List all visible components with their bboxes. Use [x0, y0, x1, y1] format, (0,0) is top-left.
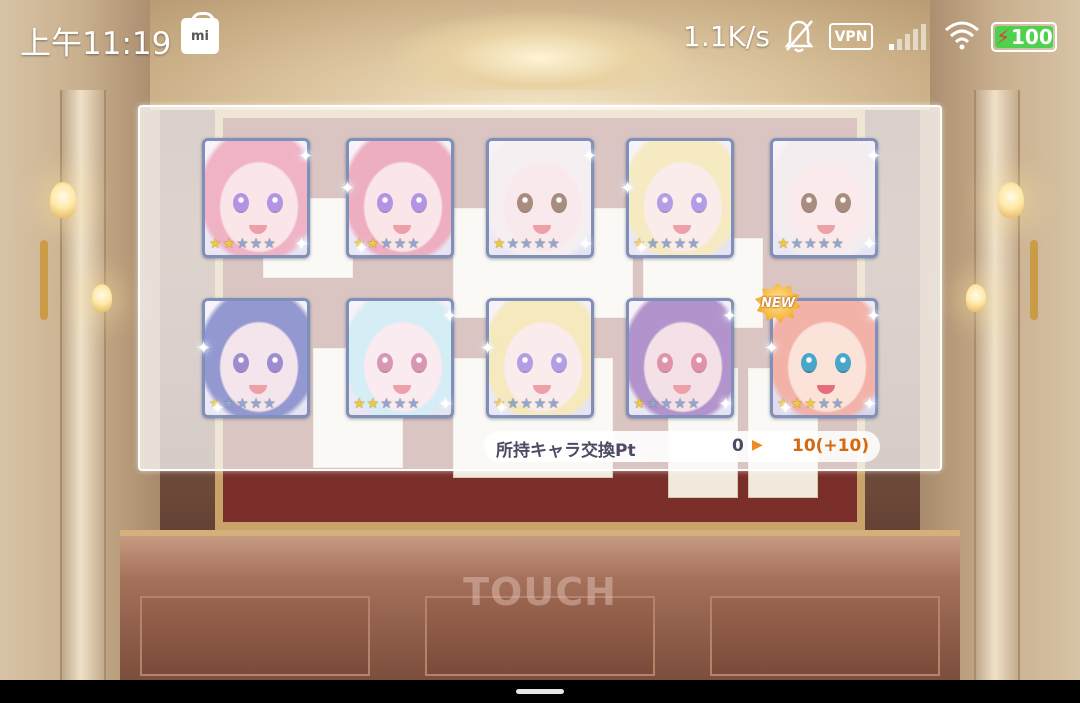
- star-empty-icon: ★: [660, 396, 673, 412]
- exchange-points-label: 所持キャラ交換Pt: [496, 441, 636, 461]
- sparkle-icon: ✦: [778, 398, 794, 419]
- home-gesture-handle[interactable]: [516, 689, 564, 694]
- star-empty-icon: ★: [687, 396, 700, 412]
- star-empty-icon: ★: [263, 236, 276, 252]
- rarity-stars: ★ ★ ★ ★ ★: [209, 237, 276, 251]
- star-filled-icon: ★: [493, 236, 506, 252]
- sparkle-icon: ✦: [442, 306, 458, 327]
- star-empty-icon: ★: [831, 236, 844, 252]
- star-empty-icon: ★: [790, 236, 804, 252]
- navigation-bar: [0, 680, 1080, 703]
- star-filled-icon: ★: [777, 236, 790, 252]
- arrow-right-icon: ▶: [752, 437, 763, 453]
- sparkle-icon: ✦: [764, 338, 780, 359]
- wifi-icon: [945, 21, 979, 50]
- star-empty-icon: ★: [547, 396, 560, 412]
- wall-lamp: [966, 284, 986, 312]
- star-empty-icon: ★: [673, 236, 687, 252]
- rarity-stars: ★ ★ ★ ★ ★: [633, 397, 700, 411]
- sparkle-icon: ✦: [866, 306, 882, 327]
- wall-lamp: [50, 182, 76, 218]
- star-empty-icon: ★: [407, 396, 420, 412]
- mi-store-icon: mi: [181, 12, 219, 54]
- wall-lamp-arm: [40, 240, 48, 320]
- rarity-stars: ★ ★ ★ ★ ★: [493, 237, 560, 251]
- star-empty-icon: ★: [520, 396, 533, 412]
- status-bar: 上午11:19 mi 1.1K/s VPN ⚡ 100: [0, 0, 1080, 74]
- star-empty-icon: ★: [817, 396, 831, 412]
- sparkle-icon: ✦: [294, 234, 310, 255]
- star-filled-icon: ★: [804, 396, 817, 412]
- star-empty-icon: ★: [533, 396, 547, 412]
- star-filled-icon: ★: [633, 396, 646, 412]
- battery-level: 100: [1011, 25, 1053, 49]
- star-empty-icon: ★: [817, 236, 831, 252]
- star-empty-icon: ★: [380, 396, 393, 412]
- star-empty-icon: ★: [533, 236, 547, 252]
- sparkle-icon: ✦: [634, 238, 650, 259]
- star-empty-icon: ★: [249, 396, 263, 412]
- sparkle-icon: ✦: [340, 178, 356, 199]
- sparkle-icon: ✦: [438, 394, 454, 415]
- star-empty-icon: ★: [520, 236, 533, 252]
- network-speed: 1.1K/s: [683, 20, 770, 53]
- signal-icon: [889, 24, 926, 50]
- battery-icon: ⚡ 100: [991, 22, 1057, 52]
- sparkle-icon: ✦: [582, 146, 598, 167]
- bell-muted-icon: [784, 20, 814, 53]
- star-empty-icon: ★: [831, 396, 844, 412]
- exchange-points-current: 0: [732, 436, 744, 456]
- wall-lamp-arm: [1030, 240, 1038, 320]
- star-filled-icon: ★: [353, 396, 366, 412]
- wall-lamp: [92, 284, 112, 312]
- exchange-points-new: 10(+10): [792, 436, 870, 456]
- star-empty-icon: ★: [506, 236, 520, 252]
- star-empty-icon: ★: [263, 396, 276, 412]
- star-empty-icon: ★: [673, 396, 687, 412]
- star-empty-icon: ★: [660, 236, 673, 252]
- sparkle-icon: ✦: [210, 398, 226, 419]
- sparkle-icon: ✦: [722, 306, 738, 327]
- exchange-points-bar: 所持キャラ交換Pt 0 ▶ 10(+10): [484, 431, 880, 462]
- sparkle-icon: ✦: [866, 146, 882, 167]
- sparkle-icon: ✦: [196, 338, 212, 359]
- sparkle-icon: ✦: [578, 234, 594, 255]
- star-empty-icon: ★: [393, 396, 407, 412]
- star-filled-icon: ★: [366, 396, 380, 412]
- charging-icon: ⚡: [996, 25, 1011, 49]
- clock: 上午11:19: [20, 26, 172, 62]
- sparkle-icon: ✦: [480, 338, 496, 359]
- star-empty-icon: ★: [687, 236, 700, 252]
- star-empty-icon: ★: [646, 396, 660, 412]
- star-empty-icon: ★: [393, 236, 407, 252]
- rarity-stars: ★ ★ ★ ★ ★: [777, 237, 844, 251]
- sparkle-icon: ✦: [620, 178, 636, 199]
- star-empty-icon: ★: [249, 236, 263, 252]
- star-empty-icon: ★: [236, 396, 249, 412]
- star-empty-icon: ★: [407, 236, 420, 252]
- rarity-stars: ★ ★ ★ ★ ★: [353, 397, 420, 411]
- sparkle-icon: ✦: [354, 238, 370, 259]
- sparkle-icon: ✦: [718, 394, 734, 415]
- star-empty-icon: ★: [236, 236, 249, 252]
- star-filled-icon: ★: [222, 236, 236, 252]
- star-empty-icon: ★: [380, 236, 393, 252]
- star-empty-icon: ★: [547, 236, 560, 252]
- vpn-icon: VPN: [829, 23, 873, 50]
- star-filled-icon: ★: [209, 236, 222, 252]
- sparkle-icon: ✦: [862, 234, 878, 255]
- sparkle-icon: ✦: [298, 146, 314, 167]
- sparkle-icon: ✦: [494, 398, 510, 419]
- star-empty-icon: ★: [804, 236, 817, 252]
- wall-lamp: [998, 182, 1024, 218]
- touch-prompt[interactable]: TOUCH: [0, 570, 1080, 614]
- sparkle-icon: ✦: [862, 394, 878, 415]
